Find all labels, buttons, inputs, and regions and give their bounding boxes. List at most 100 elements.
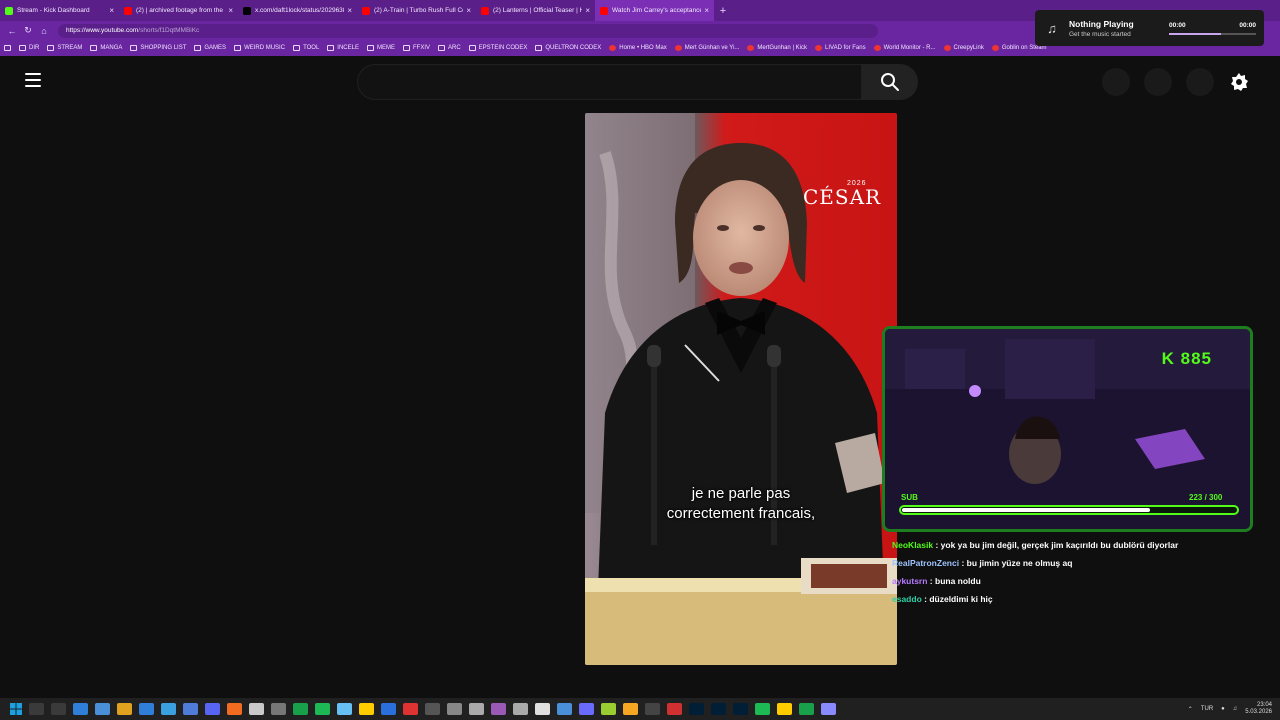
search-input[interactable] — [357, 64, 862, 100]
taskbar-app-icon[interactable] — [799, 703, 814, 715]
tab-favicon-icon — [481, 6, 489, 15]
taskbar-app-icon[interactable] — [51, 703, 66, 715]
bookmark-item[interactable]: MertGunhan | Kick — [747, 45, 807, 51]
back-icon[interactable]: ← — [4, 26, 20, 36]
taskbar-app-icon[interactable] — [755, 703, 770, 715]
header-button-3[interactable] — [1186, 68, 1214, 96]
taskbar-app-icon[interactable] — [425, 703, 440, 715]
taskbar-app-icon[interactable] — [821, 703, 836, 715]
clock[interactable]: 23:04 5.03.2026 — [1245, 702, 1272, 716]
bookmark-item[interactable]: DIR — [19, 45, 39, 51]
bookmark-item[interactable]: STREAM — [47, 45, 82, 51]
url-field[interactable]: https://www.youtube.com/shorts/f1DqtMMBi… — [58, 23, 878, 38]
taskbar-app-icon[interactable] — [711, 703, 726, 715]
taskbar-app-icon[interactable] — [601, 703, 616, 715]
music-note-icon: ♫ — [1047, 20, 1057, 36]
cesar-logo-text: CÉSAR — [803, 185, 882, 209]
taskbar-app-icon[interactable] — [557, 703, 572, 715]
taskbar-app-icon[interactable] — [315, 703, 330, 715]
bookmark-item[interactable]: World Monitor - R... — [873, 45, 936, 51]
bookmark-item[interactable]: INCELE — [327, 45, 359, 51]
new-tab-button[interactable]: + — [714, 0, 732, 21]
bookmark-item[interactable]: Home • HBO Max — [609, 45, 667, 51]
wifi-icon[interactable]: ● — [1221, 706, 1225, 712]
header-button-2[interactable] — [1144, 68, 1172, 96]
home-icon[interactable]: ⌂ — [36, 26, 52, 36]
bookmark-item[interactable]: LIVAD for Fans — [815, 45, 866, 51]
bookmark-item[interactable]: GAMES — [194, 45, 226, 51]
taskbar-app-icon[interactable] — [689, 703, 704, 715]
bookmark-item[interactable]: TOOL — [293, 45, 319, 51]
tab-close-icon[interactable]: × — [347, 6, 352, 15]
taskbar-app-icon[interactable] — [337, 703, 352, 715]
browser-tab[interactable]: Watch Jim Carrey's acceptance sp× — [595, 0, 714, 21]
taskbar-app-icon[interactable] — [469, 703, 484, 715]
taskbar-app-icon[interactable] — [535, 703, 550, 715]
tab-close-icon[interactable]: × — [585, 6, 590, 15]
bookmark-item[interactable]: FFXIV — [402, 45, 430, 51]
taskbar-app-icon[interactable] — [161, 703, 176, 715]
taskbar-app-icon[interactable] — [183, 703, 198, 715]
bookmark-item[interactable]: MANGA — [90, 45, 122, 51]
taskbar-app-icon[interactable] — [447, 703, 462, 715]
bookmark-item[interactable]: QUELTRON CODEX — [535, 45, 601, 51]
taskbar-app-icon[interactable] — [73, 703, 88, 715]
tab-close-icon[interactable]: × — [109, 6, 114, 15]
folder-icon — [293, 45, 301, 51]
cesar-logo: CÉSAR 2026 — [803, 180, 882, 209]
browser-tab[interactable]: Stream - Kick Dashboard × — [0, 0, 119, 21]
taskbar-app-icon[interactable] — [667, 703, 682, 715]
tab-title: (2) A-Train | Turbo Rush Full Com — [374, 7, 464, 14]
taskbar-app-icon[interactable] — [29, 703, 44, 715]
taskbar-app-icon[interactable] — [579, 703, 594, 715]
windows-start-icon[interactable] — [10, 703, 22, 715]
keyboard-language[interactable]: TUR — [1201, 706, 1213, 712]
tab-favicon-icon — [243, 6, 251, 15]
taskbar-app-icon[interactable] — [359, 703, 374, 715]
search-button[interactable] — [862, 64, 918, 100]
taskbar-app-icon[interactable] — [491, 703, 506, 715]
bookmark-item[interactable]: Mert Günhan ve Yi... — [674, 45, 739, 51]
tray-chevron-icon[interactable]: ⌃ — [1188, 706, 1193, 713]
folder-icon — [468, 45, 476, 51]
music-progress-bar[interactable] — [1169, 32, 1256, 35]
tab-close-icon[interactable]: × — [704, 6, 709, 15]
taskbar-app-icon[interactable] — [249, 703, 264, 715]
tab-close-icon[interactable]: × — [466, 6, 471, 15]
taskbar-app-icon[interactable] — [293, 703, 308, 715]
taskbar-app-icon[interactable] — [403, 703, 418, 715]
bookmark-item[interactable]: EPSTEIN CODEX — [468, 45, 527, 51]
apps-icon[interactable] — [4, 45, 11, 51]
tab-close-icon[interactable]: × — [228, 6, 233, 15]
taskbar-app-icon[interactable] — [513, 703, 528, 715]
taskbar-app-icon[interactable] — [623, 703, 638, 715]
volume-icon[interactable]: ♫ — [1233, 706, 1238, 712]
browser-tab[interactable]: (2) | archived footage from the gr × — [119, 0, 238, 21]
reload-icon[interactable]: ↻ — [20, 25, 36, 36]
browser-tab[interactable]: (2) A-Train | Turbo Rush Full Com × — [357, 0, 476, 21]
taskbar-app-icon[interactable] — [227, 703, 242, 715]
bookmark-item[interactable]: MEME — [366, 45, 395, 51]
taskbar-app-icon[interactable] — [381, 703, 396, 715]
browser-tab[interactable]: (2) Lanterns | Official Teaser | HBO× — [476, 0, 595, 21]
taskbar-app-icon[interactable] — [271, 703, 286, 715]
browser-tab[interactable]: x.com/daft1lock/status/20296384 × — [238, 0, 357, 21]
taskbar-app-icon[interactable] — [205, 703, 220, 715]
menu-icon[interactable] — [25, 73, 41, 87]
music-widget[interactable]: ♫ Nothing Playing Get the music started … — [1035, 10, 1264, 46]
taskbar-app-icon[interactable] — [139, 703, 154, 715]
taskbar-app-icon[interactable] — [117, 703, 132, 715]
bookmark-item[interactable]: SHOPPING LIST — [130, 45, 186, 51]
header-button-1[interactable] — [1102, 68, 1130, 96]
bookmark-favicon-icon — [609, 45, 617, 51]
folder-icon — [90, 45, 98, 51]
taskbar-app-icon[interactable] — [733, 703, 748, 715]
bookmark-item[interactable]: ARC — [438, 45, 461, 51]
bookmark-item[interactable]: CreepyLink — [943, 45, 984, 51]
extension-gear-icon[interactable] — [1228, 71, 1250, 93]
bookmark-item[interactable]: WEIRD MUSIC — [234, 45, 285, 51]
taskbar-app-icon[interactable] — [645, 703, 660, 715]
taskbar-app-icon[interactable] — [95, 703, 110, 715]
folder-icon — [402, 45, 410, 51]
taskbar-app-icon[interactable] — [777, 703, 792, 715]
